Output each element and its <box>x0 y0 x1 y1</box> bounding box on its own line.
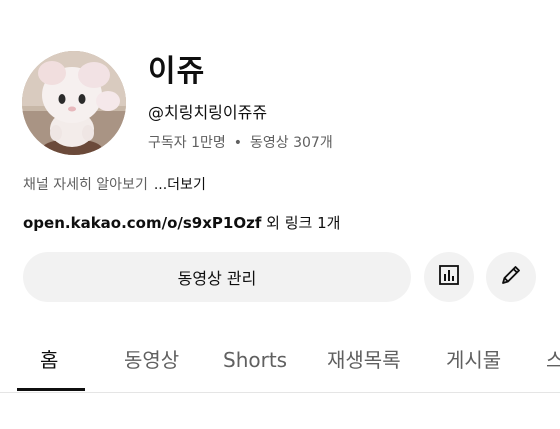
channel-name: 이쥬 <box>148 54 206 89</box>
channel-stats: 구독자 1만명 • 동영상 307개 <box>148 132 333 154</box>
tab-shorts[interactable]: Shorts <box>223 340 287 380</box>
subscriber-count: 구독자 1만명 <box>148 135 226 151</box>
stats-separator: • <box>233 135 243 151</box>
tab-store[interactable]: 스 <box>546 340 560 380</box>
external-link[interactable]: open.kakao.com/o/s9xP1Ozf <box>23 214 261 232</box>
extra-links-text[interactable]: 외 링크 1개 <box>261 214 340 232</box>
channel-avatar[interactable] <box>22 51 126 155</box>
about-text: 채널 자세히 알아보기 <box>23 177 148 193</box>
bar-chart-icon <box>437 263 461 291</box>
channel-handle: @치링치링이쥬쥬 <box>148 103 268 122</box>
active-tab-indicator <box>17 388 85 391</box>
tab-videos[interactable]: 동영상 <box>124 340 179 380</box>
channel-tabs: 홈 동영상 Shorts 재생목록 게시물 스 <box>0 340 560 392</box>
channel-links[interactable]: open.kakao.com/o/s9xP1Ozf 외 링크 1개 <box>23 212 340 234</box>
more-link[interactable]: ...더보기 <box>154 177 206 193</box>
channel-about[interactable]: 채널 자세히 알아보기 ...더보기 <box>23 174 206 196</box>
video-count: 동영상 307개 <box>250 135 333 151</box>
tab-playlists[interactable]: 재생목록 <box>327 340 401 380</box>
manage-videos-button[interactable]: 동영상 관리 <box>23 252 411 302</box>
tabs-divider <box>0 392 560 393</box>
tab-posts[interactable]: 게시물 <box>446 340 501 380</box>
analytics-button[interactable] <box>424 252 474 302</box>
edit-channel-button[interactable] <box>486 252 536 302</box>
tab-home[interactable]: 홈 <box>40 340 58 380</box>
pencil-icon <box>498 262 524 292</box>
